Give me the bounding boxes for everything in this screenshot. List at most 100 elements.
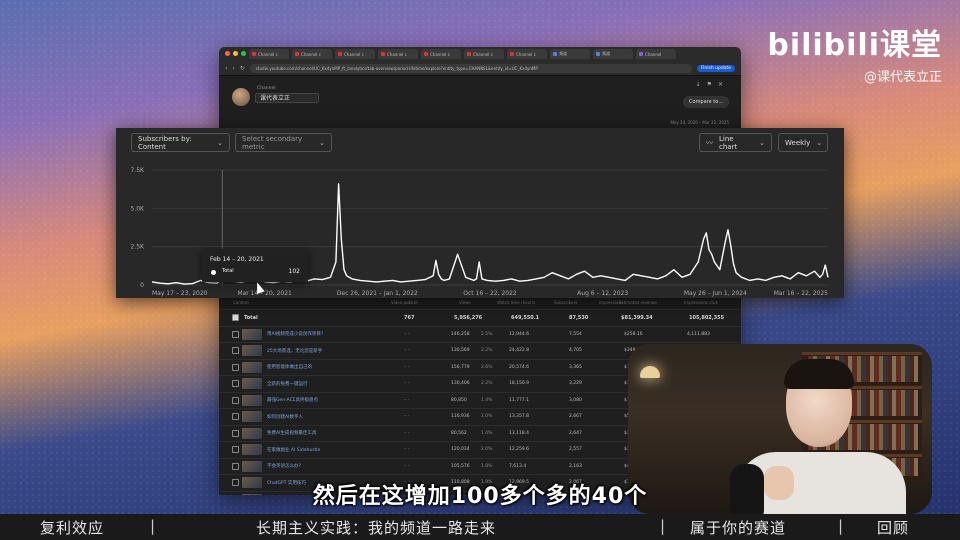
browser-tab[interactable]: Channel c (292, 49, 332, 59)
url-field[interactable]: studio.youtube.com/channel/UC_Kx4ynMP_ft… (249, 63, 692, 73)
x-tick-label: Dec 26, 2021 – Jan 1, 2022 (337, 290, 418, 297)
chart-type-dropdown[interactable]: 〰 Line chart ⌄ (699, 133, 772, 152)
watch-cell: 18,150.9 (509, 381, 530, 387)
watch-cell: 13,357.8 (509, 414, 530, 420)
tooltip-series: Total (222, 268, 234, 274)
row-checkbox[interactable] (232, 314, 239, 322)
zoom-dot[interactable] (241, 51, 246, 56)
reload-icon[interactable]: ↻ (240, 65, 245, 72)
tab-strip: Channel c Channel c Channel c Channel c … (219, 47, 741, 61)
video-thumbnail[interactable] (242, 378, 262, 390)
video-thumbnail[interactable] (242, 394, 262, 406)
x-tick-label: Aug 6 – 12, 2023 (577, 290, 628, 297)
row-checkbox[interactable] (232, 462, 239, 470)
avatar[interactable] (232, 88, 250, 106)
revenue-cell: $258.16 (624, 331, 643, 337)
metric-dropdown[interactable]: Subscribers by: Content ⌄ (131, 133, 230, 152)
dash: – – (404, 397, 410, 403)
subs-cell: 2,647 (569, 430, 582, 436)
browser-tab[interactable]: Channel (636, 49, 676, 59)
browser-tab[interactable]: 频道 (593, 49, 633, 59)
row-checkbox[interactable] (232, 380, 239, 388)
compare-button[interactable]: Compare to... (683, 96, 729, 108)
y-tick-label: 0 (140, 282, 144, 289)
video-thumbnail[interactable] (242, 427, 262, 439)
video-thumbnail[interactable] (242, 345, 262, 357)
video-title[interactable]: 在家做副业 AI Sidehustle (267, 447, 377, 453)
video-thumbnail[interactable] (242, 444, 262, 456)
video-title[interactable]: 最强Gen-AI工具终极盘点 (267, 397, 377, 403)
video-title[interactable]: 如何创建AI数字人 (267, 414, 377, 420)
chevron-down-icon: ⌄ (217, 138, 223, 147)
subs-cell: 3,365 (569, 364, 582, 370)
watch-cell: 7,613.4 (509, 463, 527, 469)
forward-arrow-icon[interactable]: › (232, 65, 234, 72)
video-thumbnail[interactable] (242, 411, 262, 423)
row-checkbox[interactable] (232, 330, 239, 338)
download-icon[interactable]: ↓ (696, 81, 707, 88)
series-dot-icon (211, 270, 216, 275)
close-dot[interactable] (225, 51, 230, 56)
close-icon[interactable]: ✕ (718, 81, 729, 88)
browser-tab[interactable]: Channel c (507, 49, 547, 59)
col-header[interactable]: Views (459, 300, 471, 305)
video-title[interactable]: 免费AI生成视频最佳工具 (267, 430, 377, 436)
video-title[interactable]: 全新的免费一键运行 (267, 381, 377, 387)
browser-tab[interactable]: Channel c (464, 49, 504, 59)
video-thumbnail[interactable] (242, 361, 262, 373)
browser-tab[interactable]: Channel c (335, 49, 375, 59)
chevron-down-icon: ⌄ (759, 138, 765, 147)
browser-tab[interactable]: 频道 (550, 49, 590, 59)
views-cell: 105,576 (451, 463, 470, 469)
secondary-label: Select secondary metric (242, 134, 303, 151)
browser-tab[interactable]: Channel c (421, 49, 461, 59)
secondary-metric-dropdown[interactable]: Select secondary metric ⌄ (235, 133, 332, 152)
dash: – – (404, 381, 410, 387)
dash: – – (404, 364, 410, 370)
x-tick-label: Oct 16 – 22, 2022 (463, 290, 517, 297)
col-header[interactable]: Content (233, 300, 249, 305)
row-checkbox[interactable] (232, 347, 239, 355)
subs-cell: 3,229 (569, 381, 582, 387)
browser-tab[interactable]: Channel c (249, 49, 289, 59)
row-checkbox[interactable] (232, 429, 239, 437)
subs-cell: 4,705 (569, 348, 582, 354)
interval-dropdown[interactable]: Weekly ⌄ (778, 133, 828, 152)
watch-cell: 13,118.4 (509, 430, 530, 436)
row-checkbox[interactable] (232, 363, 239, 371)
back-arrow-icon[interactable]: ‹ (225, 65, 227, 72)
interval-label: Weekly (785, 138, 811, 147)
finish-update-button[interactable]: Finish update (696, 64, 735, 72)
video-title[interactable]: 用AI视频完成小说创作项目? (267, 331, 377, 337)
video-title[interactable]: 使用智能体做出自己的 (267, 364, 377, 370)
views-cell: 156,779 (451, 364, 470, 370)
watermark: bilibili课堂 @课代表立正 (767, 20, 942, 85)
browser-tab[interactable]: Channel c (378, 49, 418, 59)
chapter-divider: | (660, 517, 666, 535)
chapter-item[interactable]: 复利效应 (40, 517, 104, 538)
channel-selector[interactable]: 课代表立正 (255, 93, 319, 103)
chevron-down-icon: ⌄ (319, 138, 325, 147)
col-header[interactable]: Video publish (391, 300, 418, 305)
video-thumbnail[interactable] (242, 460, 262, 472)
row-checkbox[interactable] (232, 413, 239, 421)
video-thumbnail[interactable] (242, 328, 262, 340)
subs-cell: 7,554 (569, 331, 582, 337)
table-row[interactable]: 用AI视频完成小说创作项目? – – 146,258 2.5% 12,944.6 7,55… (219, 327, 741, 343)
col-header[interactable]: Estimated revenue (619, 300, 657, 305)
video-title[interactable]: 不会英语怎么办? (267, 463, 377, 469)
chapter-item[interactable]: 回顾 (877, 517, 909, 538)
total-views: 5,956,276 (454, 314, 483, 321)
video-title[interactable]: 25大场景选，无论您是新手 (267, 348, 377, 354)
chapter-item-active[interactable]: 长期主义实践：我的频道一路走来 (256, 517, 496, 538)
minimize-dot[interactable] (233, 51, 238, 56)
impressions-cell: 4,111,883 (687, 331, 710, 337)
row-checkbox[interactable] (232, 446, 239, 454)
row-checkbox[interactable] (232, 396, 239, 404)
flag-icon[interactable]: ⚑ (707, 81, 718, 88)
views-cell: 130,406 (451, 381, 470, 387)
col-header[interactable]: Impressions click (684, 300, 718, 305)
col-header[interactable]: Watch time (hours) (497, 300, 535, 305)
chapter-item[interactable]: 属于你的赛道 (690, 517, 786, 538)
col-header[interactable]: Subscribers (554, 300, 577, 305)
